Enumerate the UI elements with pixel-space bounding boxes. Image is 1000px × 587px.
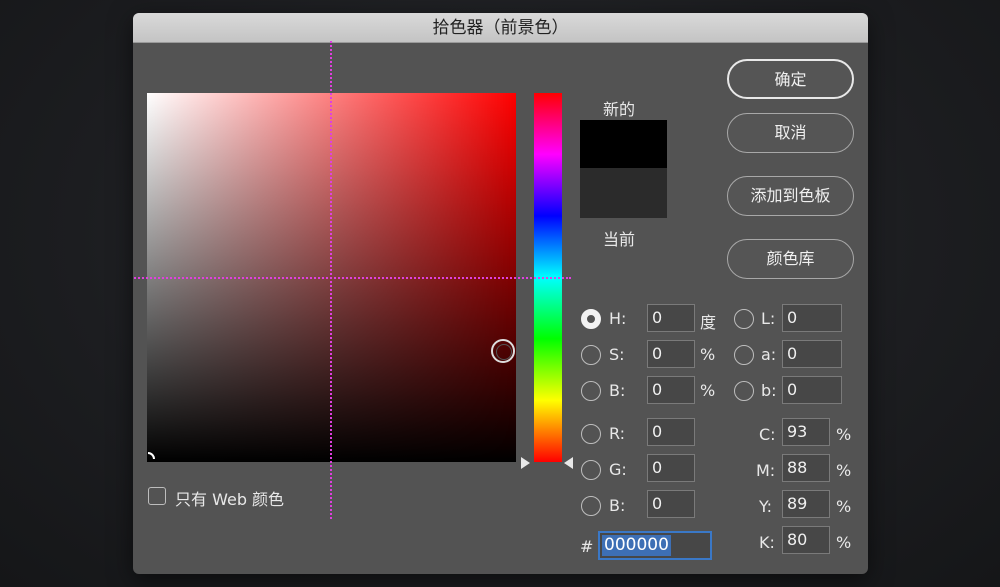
lightness-label: L: (761, 309, 776, 328)
brightness-unit: % (700, 381, 716, 400)
lab-b-radio[interactable] (734, 381, 754, 401)
color-libraries-button[interactable]: 颜色库 (727, 239, 854, 279)
saturation-input[interactable]: 0 (647, 340, 695, 368)
red-label: R: (609, 424, 626, 443)
black-input[interactable]: 80 (782, 526, 830, 554)
black-unit: % (836, 533, 852, 552)
dialog-title: 拾色器（前景色） (133, 13, 868, 43)
hue-unit: 度 (700, 313, 717, 332)
green-radio[interactable] (581, 460, 601, 480)
web-colors-only-checkbox[interactable] (148, 487, 166, 505)
lab-b-input[interactable]: 0 (782, 376, 842, 404)
lab-a-label: a: (761, 345, 777, 364)
cyan-input[interactable]: 93 (782, 418, 830, 446)
yellow-input[interactable]: 89 (782, 490, 830, 518)
horizontal-guide-line (133, 277, 571, 279)
green-label: G: (609, 460, 627, 479)
hue-radio[interactable] (581, 309, 601, 329)
cyan-unit: % (836, 425, 852, 444)
lab-b-label: b: (761, 381, 777, 400)
hue-label: H: (609, 309, 627, 328)
blue-radio[interactable] (581, 496, 601, 516)
red-input[interactable]: 0 (647, 418, 695, 446)
brightness-radio[interactable] (581, 381, 601, 401)
black-label: K: (759, 533, 775, 552)
new-color-label: 新的 (603, 100, 636, 119)
cancel-button[interactable]: 取消 (727, 113, 854, 153)
add-to-swatches-button[interactable]: 添加到色板 (727, 176, 854, 216)
green-input[interactable]: 0 (647, 454, 695, 482)
hex-value: 000000 (602, 535, 671, 556)
magenta-unit: % (836, 461, 852, 480)
yellow-label: Y: (759, 497, 773, 516)
hue-slider-left-arrow-icon[interactable] (521, 457, 530, 469)
current-color-swatch[interactable] (580, 168, 667, 218)
lightness-input[interactable]: 0 (782, 304, 842, 332)
vertical-guide-line (330, 41, 332, 519)
hue-slider-right-arrow-icon[interactable] (564, 457, 573, 469)
ok-button[interactable]: 确定 (727, 59, 854, 99)
web-colors-only-label: 只有 Web 颜色 (175, 490, 285, 509)
magenta-input[interactable]: 88 (782, 454, 830, 482)
saturation-label: S: (609, 345, 625, 364)
saturation-unit: % (700, 345, 716, 364)
yellow-unit: % (836, 497, 852, 516)
brightness-input[interactable]: 0 (647, 376, 695, 404)
red-radio[interactable] (581, 424, 601, 444)
hex-label: # (580, 537, 594, 556)
blue-label: B: (609, 496, 626, 515)
lab-a-radio[interactable] (734, 345, 754, 365)
magenta-label: M: (756, 461, 776, 480)
current-color-label: 当前 (603, 230, 636, 249)
lightness-radio[interactable] (734, 309, 754, 329)
hex-input[interactable]: 000000 (598, 531, 712, 560)
blue-input[interactable]: 0 (647, 490, 695, 518)
lab-a-input[interactable]: 0 (782, 340, 842, 368)
cyan-label: C: (759, 425, 776, 444)
saturation-radio[interactable] (581, 345, 601, 365)
new-color-swatch (580, 120, 667, 168)
color-picker-dialog: 拾色器（前景色） 只有 Web 颜色 新的 当前 确定 取消 添加到色板 颜色库… (133, 13, 868, 574)
brightness-label: B: (609, 381, 626, 400)
hue-input[interactable]: 0 (647, 304, 695, 332)
field-picker-marker[interactable] (491, 339, 515, 363)
